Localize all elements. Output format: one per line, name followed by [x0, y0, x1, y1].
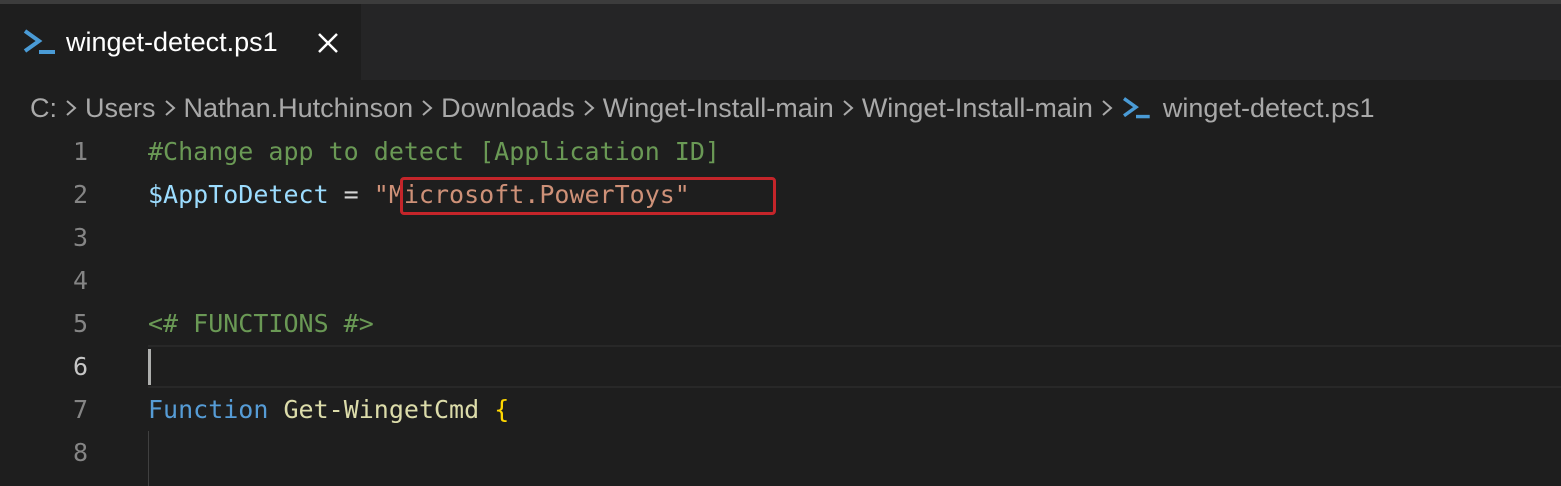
chevron-right-icon — [413, 86, 441, 130]
highlight-box — [400, 177, 776, 215]
line-number: 7 — [72, 395, 88, 424]
code-line-2[interactable]: 2 $AppToDetect = "Microsoft.PowerToys" — [0, 173, 1561, 216]
breadcrumb: C: Users Nathan.Hutchinson Downloads Win… — [30, 86, 1375, 130]
code-line-6[interactable]: 6 — [0, 345, 1561, 388]
breadcrumb-file-label: winget-detect.ps1 — [1162, 92, 1375, 123]
code-text[interactable]: <# FUNCTIONS #> — [148, 302, 374, 345]
comment-token: #Change app to detect [Application ID] — [148, 137, 720, 166]
code-line-4[interactable]: 4 — [0, 259, 1561, 302]
breadcrumb-item-file[interactable]: winget-detect.ps1 — [1121, 93, 1375, 124]
tab-winget-detect[interactable]: winget-detect.ps1 — [0, 4, 361, 80]
code-line-5[interactable]: 5 <# FUNCTIONS #> — [0, 302, 1561, 345]
powershell-icon — [1122, 97, 1150, 119]
breadcrumb-item-subfolder[interactable]: Winget-Install-main — [862, 93, 1093, 124]
current-line-highlight — [148, 345, 1561, 388]
breadcrumb-item-users[interactable]: Users — [85, 93, 156, 124]
close-icon[interactable] — [313, 28, 343, 58]
tab-bar: winget-detect.ps1 — [0, 4, 1561, 80]
line-number: 1 — [72, 137, 88, 166]
text-cursor — [148, 349, 151, 385]
keyword-token: Function — [148, 395, 269, 424]
line-number: 2 — [72, 180, 88, 209]
line-number: 3 — [72, 223, 88, 252]
breadcrumb-item-downloads[interactable]: Downloads — [441, 93, 575, 124]
breadcrumb-item-user[interactable]: Nathan.Hutchinson — [184, 93, 414, 124]
brace-token: { — [494, 395, 510, 424]
chevron-right-icon — [1093, 86, 1121, 130]
code-text[interactable]: #Change app to detect [Application ID] — [148, 130, 720, 173]
code-line-7[interactable]: 7 Function Get-WingetCmd { — [0, 388, 1561, 431]
tab-label: winget-detect.ps1 — [66, 27, 278, 57]
code-line-3[interactable]: 3 — [0, 216, 1561, 259]
code-line-1[interactable]: 1 #Change app to detect [Application ID] — [0, 130, 1561, 173]
chevron-right-icon — [156, 86, 184, 130]
variable-token: $AppToDetect — [148, 180, 329, 209]
operator-token: = — [328, 180, 374, 209]
function-name-token: Get-WingetCmd — [283, 395, 480, 424]
breadcrumb-item-folder[interactable]: Winget-Install-main — [603, 93, 834, 124]
comment-token: <# FUNCTIONS #> — [148, 309, 374, 338]
powershell-icon — [23, 29, 55, 54]
code-line-8[interactable]: 8 — [0, 431, 1561, 474]
chevron-right-icon — [57, 86, 85, 130]
line-number: 8 — [72, 438, 88, 467]
breadcrumb-item-drive[interactable]: C: — [30, 93, 57, 124]
code-text[interactable]: Function Get-WingetCmd { — [148, 388, 509, 431]
chevron-right-icon — [834, 86, 862, 130]
code-editor[interactable]: 1 #Change app to detect [Application ID]… — [0, 130, 1561, 486]
line-number: 4 — [72, 266, 88, 295]
line-number: 5 — [72, 309, 88, 338]
line-number: 6 — [72, 352, 88, 381]
chevron-right-icon — [575, 86, 603, 130]
